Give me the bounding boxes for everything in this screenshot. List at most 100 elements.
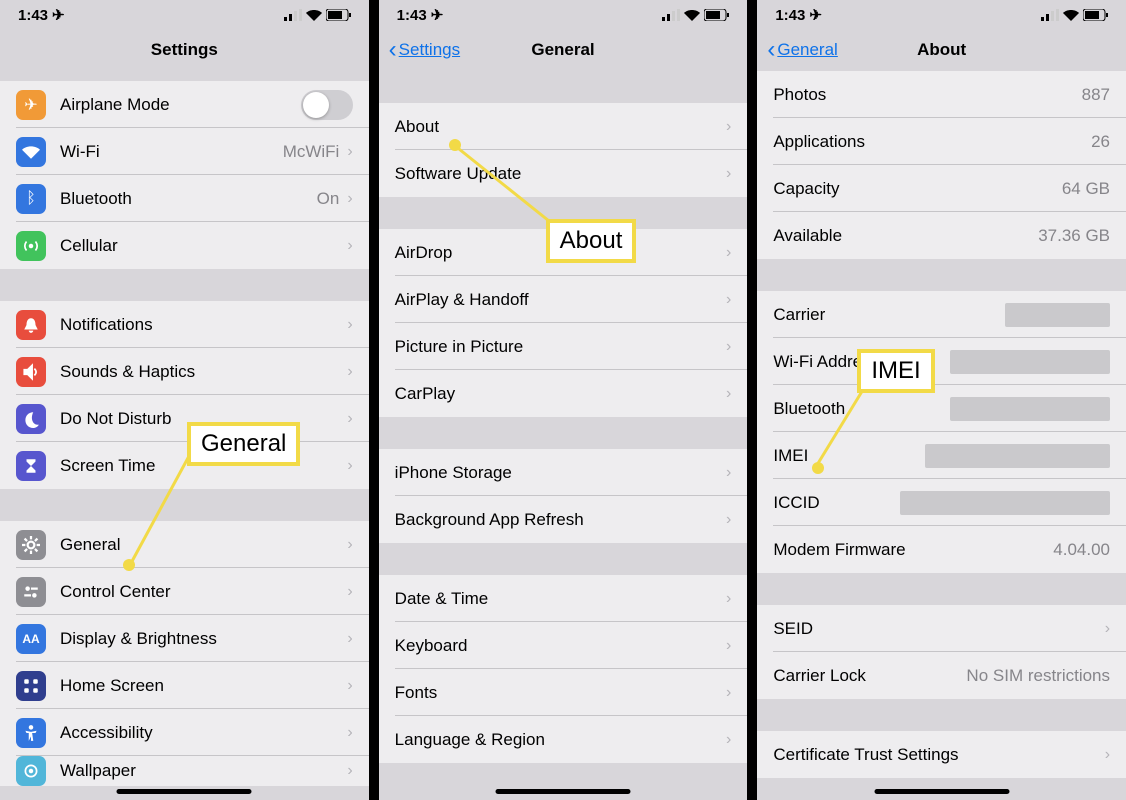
status-icons [662, 9, 729, 21]
chevron-right-icon: › [726, 511, 731, 529]
row-carrier-lock: Carrier LockNo SIM restrictions [757, 652, 1126, 699]
chevron-right-icon: › [347, 316, 352, 334]
chevron-right-icon: › [726, 244, 731, 262]
chevron-right-icon: › [726, 731, 731, 749]
row-control-center[interactable]: Control Center› [0, 568, 369, 615]
location-icon: ✈︎ [809, 6, 822, 24]
general-list[interactable]: About› Software Update› AirDrop› AirPlay… [379, 71, 748, 800]
row-keyboard[interactable]: Keyboard› [379, 622, 748, 669]
callout-about: About [546, 219, 637, 263]
row-accessibility[interactable]: Accessibility› [0, 709, 369, 756]
row-photos: Photos887 [757, 71, 1126, 118]
chevron-right-icon: › [347, 143, 352, 161]
chevron-right-icon: › [1105, 746, 1110, 764]
chevron-right-icon: › [726, 338, 731, 356]
home-indicator[interactable] [117, 789, 252, 794]
status-bar: 1:43✈︎ [0, 0, 369, 28]
chevron-right-icon: › [347, 583, 352, 601]
row-dnd[interactable]: Do Not Disturb› [0, 395, 369, 442]
chevron-right-icon: › [347, 630, 352, 648]
navbar: ‹Settings General [379, 28, 748, 71]
chevron-right-icon: › [347, 363, 352, 381]
chevron-right-icon: › [726, 291, 731, 309]
aa-icon: AA [16, 624, 46, 654]
navbar: ‹General About [757, 28, 1126, 71]
row-wallpaper[interactable]: Wallpaper› [0, 756, 369, 786]
screen-settings: 1:43✈︎ Settings ✈︎Airplane Mode Wi-FiMcW… [0, 0, 369, 800]
navbar: Settings [0, 28, 369, 71]
status-bar: 1:43✈︎ [757, 0, 1126, 28]
chevron-right-icon: › [347, 724, 352, 742]
row-fonts[interactable]: Fonts› [379, 669, 748, 716]
redacted-value [925, 444, 1110, 468]
row-display[interactable]: AADisplay & Brightness› [0, 615, 369, 662]
page-title: Settings [0, 40, 369, 60]
row-carplay[interactable]: CarPlay› [379, 370, 748, 417]
row-iccid: ICCID [757, 479, 1126, 526]
row-sounds[interactable]: Sounds & Haptics› [0, 348, 369, 395]
redacted-value [1005, 303, 1110, 327]
row-airplane-mode[interactable]: ✈︎Airplane Mode [0, 81, 369, 128]
row-bluetooth[interactable]: ᛒBluetoothOn› [0, 175, 369, 222]
status-time: 1:43 [775, 7, 805, 24]
airplane-toggle[interactable] [301, 90, 353, 120]
bluetooth-icon: ᛒ [16, 184, 46, 214]
chevron-right-icon: › [726, 385, 731, 403]
chevron-right-icon: › [347, 536, 352, 554]
location-icon: ✈︎ [431, 6, 444, 24]
chevron-right-icon: › [347, 237, 352, 255]
status-bar: 1:43✈︎ [379, 0, 748, 28]
chevron-right-icon: › [347, 190, 352, 208]
cellular-icon [16, 231, 46, 261]
chevron-right-icon: › [347, 762, 352, 780]
accessibility-icon [16, 718, 46, 748]
row-cert-trust[interactable]: Certificate Trust Settings› [757, 731, 1126, 778]
status-time: 1:43 [18, 7, 48, 24]
row-cellular[interactable]: Cellular› [0, 222, 369, 269]
callout-general: General [187, 422, 300, 466]
home-indicator[interactable] [496, 789, 631, 794]
row-home-screen[interactable]: Home Screen› [0, 662, 369, 709]
sound-icon [16, 357, 46, 387]
row-pip[interactable]: Picture in Picture› [379, 323, 748, 370]
chevron-left-icon: ‹ [767, 36, 775, 64]
chevron-right-icon: › [347, 457, 352, 475]
row-wifi-address: Wi-Fi Address [757, 338, 1126, 385]
callout-dot [449, 139, 461, 151]
row-modem-firmware: Modem Firmware4.04.00 [757, 526, 1126, 573]
about-list[interactable]: Photos887 Applications26 Capacity64 GB A… [757, 71, 1126, 800]
row-applications: Applications26 [757, 118, 1126, 165]
row-bg-refresh[interactable]: Background App Refresh› [379, 496, 748, 543]
hourglass-icon [16, 451, 46, 481]
status-icons [284, 9, 351, 21]
row-airplay[interactable]: AirPlay & Handoff› [379, 276, 748, 323]
chevron-right-icon: › [726, 165, 731, 183]
row-storage[interactable]: iPhone Storage› [379, 449, 748, 496]
gear-icon [16, 530, 46, 560]
row-datetime[interactable]: Date & Time› [379, 575, 748, 622]
back-button[interactable]: ‹Settings [379, 36, 460, 64]
chevron-right-icon: › [726, 684, 731, 702]
row-screen-time[interactable]: Screen Time› [0, 442, 369, 489]
row-notifications[interactable]: Notifications› [0, 301, 369, 348]
row-available: Available37.36 GB [757, 212, 1126, 259]
row-general[interactable]: General› [0, 521, 369, 568]
status-time: 1:43 [397, 7, 427, 24]
chevron-right-icon: › [347, 677, 352, 695]
row-wifi[interactable]: Wi-FiMcWiFi› [0, 128, 369, 175]
callout-dot [123, 559, 135, 571]
chevron-right-icon: › [347, 410, 352, 428]
chevron-right-icon: › [726, 118, 731, 136]
row-seid[interactable]: SEID› [757, 605, 1126, 652]
home-indicator[interactable] [874, 789, 1009, 794]
row-about[interactable]: About› [379, 103, 748, 150]
redacted-value [900, 491, 1110, 515]
sliders-icon [16, 577, 46, 607]
chevron-right-icon: › [726, 590, 731, 608]
row-software-update[interactable]: Software Update› [379, 150, 748, 197]
settings-list[interactable]: ✈︎Airplane Mode Wi-FiMcWiFi› ᛒBluetoothO… [0, 71, 369, 800]
row-carrier: Carrier [757, 291, 1126, 338]
wallpaper-icon [16, 756, 46, 786]
row-language[interactable]: Language & Region› [379, 716, 748, 763]
back-button[interactable]: ‹General [757, 36, 837, 64]
